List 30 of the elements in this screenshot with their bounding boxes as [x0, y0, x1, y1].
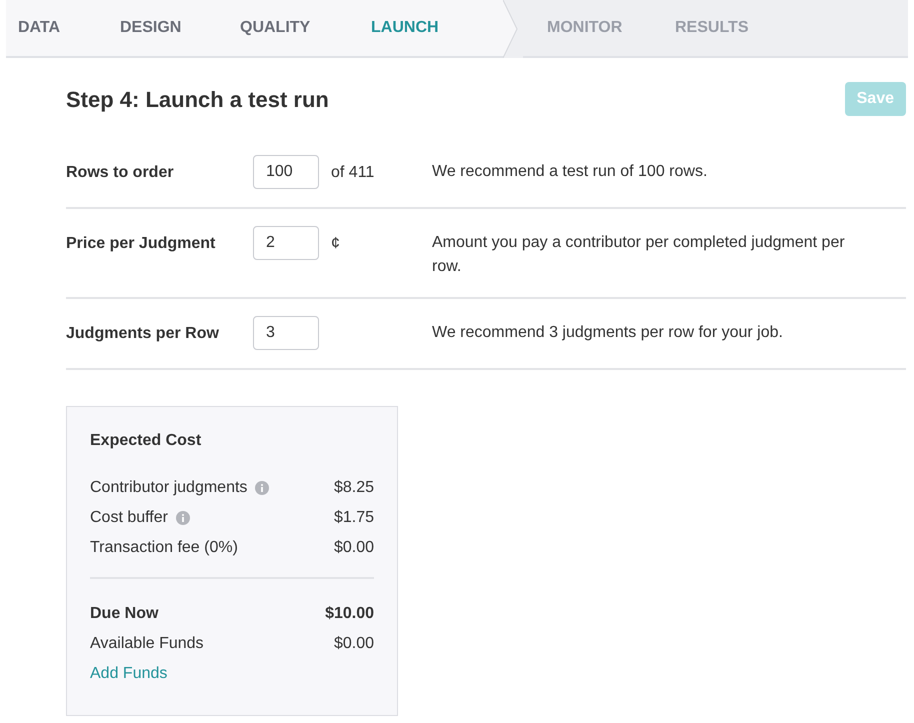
unit-label: ¢: [331, 235, 340, 252]
number-field[interactable]: 3: [253, 316, 319, 350]
number-field[interactable]: 2: [253, 226, 319, 260]
help-text: Amount you pay a contributor per completed judgment per row.: [432, 233, 846, 277]
step-tab[interactable]: QUALITY: [228, 0, 359, 56]
unit-label: of 411: [331, 164, 374, 181]
page-heading: Step 4: Launch a test run: [66, 86, 329, 114]
cost-amount: $1.75: [334, 508, 374, 528]
help-text: We recommend 3 judgments per row for your job.: [432, 323, 784, 343]
cost-label: Contributor judgments: [90, 478, 248, 498]
number-field[interactable]: 100: [253, 155, 319, 189]
step-tab[interactable]: DESIGN: [108, 0, 228, 56]
step-tab[interactable]: DATA: [6, 0, 108, 56]
cost-label: Due Now: [90, 604, 158, 624]
step-tab[interactable]: LAUNCH: [359, 0, 503, 56]
info-icon[interactable]: [255, 481, 270, 495]
field-label: Rows to order: [66, 163, 175, 183]
cost-label: Cost buffer: [90, 508, 168, 528]
help-text: We recommend a test run of 100 rows.: [432, 162, 708, 182]
field-label: Judgments per Row: [66, 324, 220, 344]
cost-amount: $8.25: [334, 478, 374, 498]
add-funds-link[interactable]: Add Funds: [90, 665, 168, 682]
info-icon[interactable]: [176, 511, 190, 525]
cost-label: Transaction fee (0%): [90, 538, 238, 558]
cost-amount: $0.00: [334, 538, 374, 558]
cost-amount: $10.00: [325, 604, 374, 624]
cost-label: Available Funds: [90, 634, 204, 654]
panel-title: Expected Cost: [90, 431, 202, 451]
cost-amount: $0.00: [334, 634, 374, 654]
field-label: Price per Judgment: [66, 234, 216, 254]
